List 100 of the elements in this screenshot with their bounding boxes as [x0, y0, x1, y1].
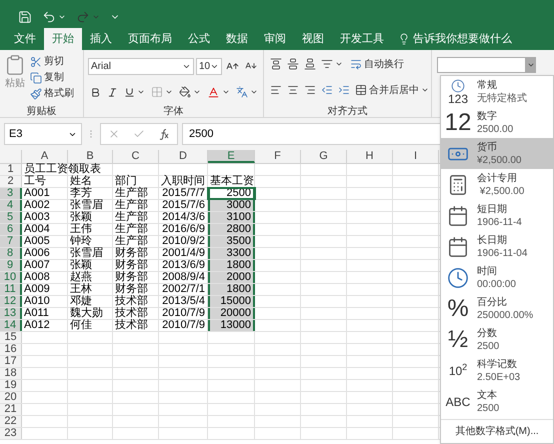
table-cell: 1800	[226, 284, 251, 295]
format-option[interactable]: 短日期 1906-11-4	[441, 200, 553, 231]
row-header[interactable]: 13	[0, 308, 22, 319]
row-header[interactable]: 17	[0, 356, 22, 367]
format-example: 无特定格式	[477, 92, 527, 104]
row-header[interactable]: 18	[0, 368, 22, 379]
ribbon-tab[interactable]: 审阅	[256, 28, 294, 50]
group-label: 剪贴板	[26, 104, 58, 117]
table-cell: 邓婕	[70, 296, 92, 307]
table-cell: 张颖	[70, 212, 92, 223]
font-size-field[interactable]: 10	[196, 58, 222, 74]
table-cell: A010	[24, 296, 50, 307]
row-header[interactable]: 6	[0, 224, 22, 235]
table-cell: 生产部	[115, 188, 148, 199]
more-formats-link[interactable]: 其他数字格式(M)...	[455, 424, 539, 439]
number-format-field[interactable]	[437, 57, 526, 73]
caret-icon	[92, 13, 100, 21]
format-example: 1906-11-4	[477, 216, 522, 228]
table-cell: 财务部	[115, 248, 148, 259]
calendar-icon	[447, 236, 469, 258]
copy-icon	[30, 72, 42, 84]
row-header[interactable]: 7	[0, 236, 22, 247]
row-header[interactable]: 19	[0, 380, 22, 391]
row-header[interactable]: 22	[0, 416, 22, 427]
format-name: 科学记数	[477, 358, 518, 370]
row-header[interactable]: 20	[0, 392, 22, 403]
ribbon-tab[interactable]: 视图	[294, 28, 332, 50]
border-icon	[151, 86, 163, 98]
row-header[interactable]: 23	[0, 428, 22, 439]
paintbrush-button[interactable]: 格式刷	[30, 86, 74, 101]
field-value: Arial	[91, 60, 112, 74]
tell-me-text[interactable]: 告诉我你想要做什么	[413, 30, 512, 48]
row-header[interactable]: 8	[0, 248, 22, 259]
table-cell: 基本工资	[210, 176, 254, 187]
table-cell: 2015/7/7	[162, 188, 205, 199]
bottom-align-icon	[304, 58, 316, 70]
align-left-icon	[270, 84, 282, 96]
calculator-icon	[447, 174, 469, 196]
scissors-button[interactable]: 剪切	[30, 54, 74, 69]
format-icon-text: ABC	[446, 396, 470, 408]
row-header[interactable]: 16	[0, 344, 22, 355]
row-header[interactable]: 9	[0, 260, 22, 271]
ribbon-tab[interactable]: 开发工具	[332, 28, 392, 50]
table-cell: 技术部	[115, 296, 148, 307]
row-header[interactable]: 1	[0, 164, 22, 175]
caret-icon	[250, 88, 258, 96]
table-cell: A004	[24, 224, 50, 235]
wrap-text-button[interactable]: 自动换行	[350, 54, 404, 74]
ribbon-tab[interactable]: 公式	[180, 28, 218, 50]
row-header[interactable]: 14	[0, 320, 22, 331]
ribbon-tab[interactable]: 页面布局	[120, 28, 180, 50]
row-header[interactable]: 10	[0, 272, 22, 283]
column-header[interactable]: G	[301, 150, 347, 163]
caret-icon	[193, 88, 201, 96]
row-header[interactable]: 2	[0, 176, 22, 187]
table-cell: 2002/7/1	[162, 284, 205, 295]
row-header[interactable]: 15	[0, 332, 22, 343]
table-cell: 20000	[220, 308, 251, 319]
format-option[interactable]: 时间 00:00:00	[441, 262, 553, 293]
column-header[interactable]: C	[113, 150, 159, 163]
ribbon-tab[interactable]: 数据	[218, 28, 256, 50]
column-header[interactable]: A	[22, 150, 68, 163]
copy-button[interactable]: 复制	[30, 70, 74, 85]
ribbon-tab[interactable]: 文件	[6, 28, 44, 50]
row-header[interactable]: 4	[0, 200, 22, 211]
format-name: 时间	[477, 264, 498, 278]
ribbon-tab[interactable]: 开始	[44, 28, 82, 50]
table-cell: 姓名	[70, 176, 92, 187]
column-header[interactable]: I	[393, 150, 439, 163]
row-header[interactable]: 5	[0, 212, 22, 223]
name-box[interactable]: E3	[4, 123, 82, 145]
column-header[interactable]: H	[347, 150, 393, 163]
field-value: E3	[9, 126, 22, 142]
merge-center-button[interactable]: 合并后居中	[355, 80, 429, 100]
format-name: 常规	[477, 78, 498, 92]
align-center-icon	[287, 84, 299, 96]
format-option[interactable]: 长日期 1906-11-04	[441, 231, 553, 262]
row-header[interactable]: 21	[0, 404, 22, 415]
table-cell: 张雪眉	[70, 200, 103, 211]
paintbrush-icon	[30, 88, 42, 100]
table-cell: 3300	[226, 248, 251, 259]
format-option[interactable]: 10$^{2}$ 科学记数 2.50E+03	[441, 355, 553, 386]
ribbon-tab[interactable]: 插入	[82, 28, 120, 50]
field-value: 10	[199, 60, 210, 74]
row-header[interactable]: 3	[0, 188, 22, 199]
format-icon-text: ½	[448, 328, 468, 352]
column-header[interactable]: B	[68, 150, 113, 163]
font-name-field[interactable]: Arial	[88, 58, 194, 74]
table-cell: 生产部	[115, 212, 148, 223]
column-header[interactable]: E	[208, 150, 255, 163]
column-header[interactable]: F	[255, 150, 301, 163]
table-cell: 部门	[115, 176, 137, 187]
row-header[interactable]: 12	[0, 296, 22, 307]
format-option[interactable]: 货币 ¥2,500.00	[441, 138, 553, 169]
format-option[interactable]: 123 常规 无特定格式	[441, 76, 553, 107]
caret-icon	[137, 88, 145, 96]
format-option[interactable]: 会计专用 ¥2,500.00	[441, 169, 553, 200]
table-cell: 3500	[226, 236, 251, 247]
table-cell: 2001/4/9	[162, 248, 205, 259]
row-header[interactable]: 11	[0, 284, 22, 295]
